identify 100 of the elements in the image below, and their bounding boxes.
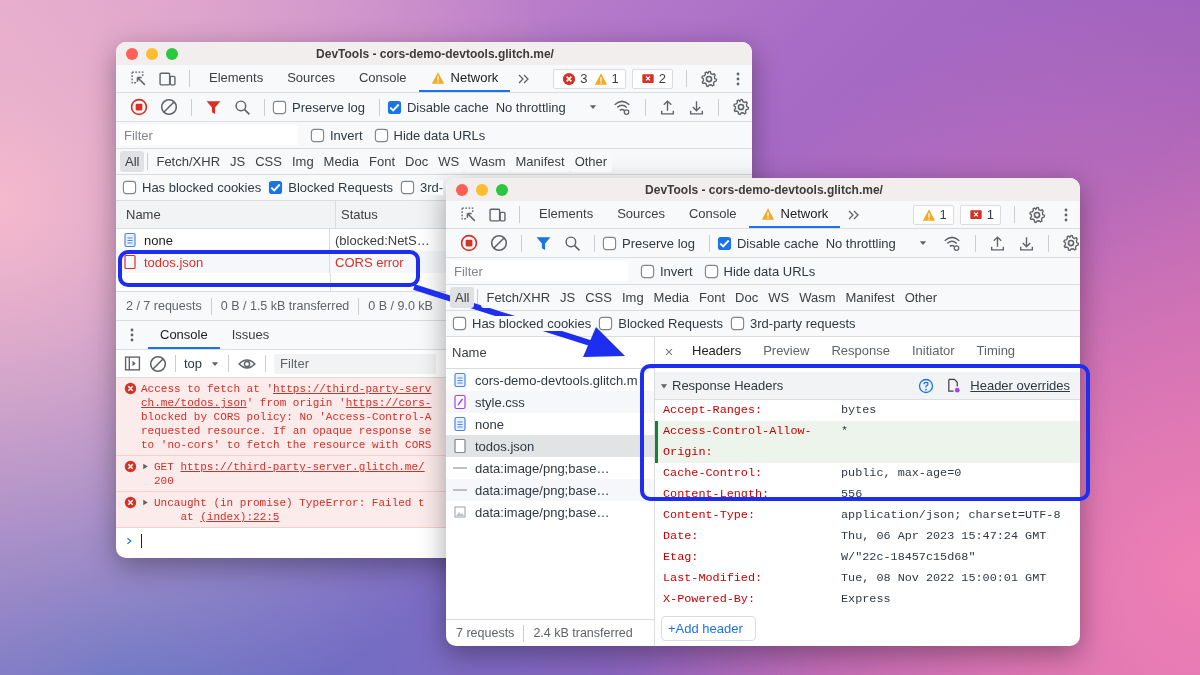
drawer-tab[interactable]: Console [148,321,220,349]
checkbox-label[interactable]: 3rd- [420,180,444,195]
detail-tab[interactable]: Initiator [900,337,966,366]
record-stop-icon[interactable] [130,98,148,116]
upload-icon[interactable] [988,234,1006,252]
checkbox[interactable] [598,316,614,331]
clear-icon[interactable] [490,234,508,252]
drawer-tab[interactable]: Issues [219,321,282,349]
warning-icon [921,207,936,222]
add-header-button[interactable]: +Add header [661,616,756,641]
checkbox[interactable] [122,180,137,195]
context-dropdown[interactable]: top [184,356,221,371]
settings-icon[interactable] [1028,205,1046,224]
column-header[interactable]: Name [452,345,487,360]
checkbox[interactable] [452,316,467,331]
document-icon [452,372,468,388]
request-name: data:image/png;base… [475,482,610,498]
settings-icon[interactable] [731,98,750,116]
checkbox[interactable] [717,235,732,251]
panel-tab[interactable]: Elements [197,65,276,92]
search-icon[interactable] [564,234,581,252]
document-icon [122,232,138,248]
record-stop-icon[interactable] [460,234,478,252]
header-value: application/json; charset=UTF-8 [841,507,1061,524]
device-icon[interactable] [489,206,506,223]
settings-icon[interactable] [700,69,718,88]
checkbox[interactable] [268,180,284,195]
panel-tab[interactable]: Elements [527,201,606,228]
checkbox[interactable] [602,235,617,251]
issue-counter[interactable]: 1 [912,204,954,225]
request-row[interactable]: none [446,413,654,435]
network-conditions-icon[interactable] [611,98,632,116]
summary-text: 0 B / 9.0 kB [368,299,433,313]
checkbox[interactable] [387,99,402,115]
clear-icon[interactable] [160,98,178,116]
request-name[interactable]: todos.json [144,254,204,270]
console-filter-field[interactable]: Filter [274,353,437,374]
checkbox-label[interactable]: Blocked Requests [288,180,393,195]
filter-icon[interactable] [205,98,222,116]
checkbox-label[interactable]: Has blocked cookies [142,180,262,195]
detail-tab[interactable]: Response [820,337,901,366]
checkbox[interactable] [272,99,287,115]
filter-field[interactable]: Filter [120,125,298,145]
link[interactable]: https://third-party-serv [273,383,432,395]
throttling-dropdown[interactable]: No throttling [825,235,936,251]
settings-icon[interactable] [1061,234,1080,252]
throttling-dropdown[interactable]: No throttling [495,99,606,115]
link[interactable]: https://cors- [345,397,432,409]
request-row[interactable]: data:image/png;base… [446,479,654,501]
download-icon[interactable] [687,98,705,116]
network-conditions-icon[interactable] [941,234,962,252]
upload-icon[interactable] [658,98,676,116]
issue-counter[interactable]: 3 1 [553,68,626,89]
detail-tab[interactable]: Timing [965,337,1027,366]
checkbox[interactable] [730,316,745,331]
link[interactable]: (index):22:5 [200,511,280,523]
issue-counter[interactable]: 1 [959,204,1001,225]
request-row[interactable]: data:image/png;base… [446,457,654,479]
help-icon[interactable] [918,377,935,394]
request-name[interactable]: none [144,232,173,248]
checkbox[interactable] [373,127,389,143]
close-button[interactable] [456,183,468,196]
type-filter[interactable]: All [450,287,475,308]
section-header[interactable]: Response Headers Header overrides [655,372,1080,400]
checkbox-label[interactable]: Blocked Requests [618,316,723,331]
checkbox[interactable] [310,127,325,143]
link[interactable]: https://third-party-server.glitch.me/ [180,461,425,473]
column-header[interactable]: Name [121,207,161,222]
filter-field[interactable]: Filter [450,261,628,281]
request-row[interactable]: style.css [446,391,654,413]
search-icon[interactable] [234,98,251,116]
panel-tab[interactable]: Console [346,65,419,92]
detail-tab[interactable]: Preview [752,337,821,366]
filter-icon[interactable] [535,234,552,252]
detail-tab[interactable]: Headers [681,337,753,366]
issue-counter[interactable]: 2 [631,68,673,89]
checkbox[interactable] [703,263,719,279]
column-header[interactable]: Status [336,207,378,222]
link[interactable]: ch.me/todos.json [141,397,247,409]
panel-tab[interactable]: Sources [605,201,677,228]
inspect-icon[interactable] [130,70,147,87]
dash-icon [453,467,467,469]
request-row[interactable]: cors-demo-devtools.glitch.m [446,369,654,391]
download-icon[interactable] [1017,234,1035,252]
header-name: Access-Control-Allow-Origin: [663,423,813,461]
device-icon[interactable] [159,70,176,87]
checkbox-label[interactable]: 3rd-party requests [750,316,856,331]
request-row[interactable]: data:image/png;base… [446,501,654,523]
panel-tab[interactable]: Console [676,201,749,228]
header-overrides-link[interactable]: Header overrides [970,378,1070,393]
request-row[interactable]: todos.json [446,435,654,457]
checkbox[interactable] [400,180,415,195]
sidebar-icon[interactable] [124,355,141,372]
inspect-icon[interactable] [460,206,477,223]
panel-tab[interactable]: Sources [275,65,347,92]
clear-icon[interactable] [149,354,167,373]
type-filter[interactable]: All [120,151,145,172]
close-button[interactable] [126,47,138,60]
checkbox-label[interactable]: Has blocked cookies [472,316,592,331]
checkbox[interactable] [640,263,655,279]
